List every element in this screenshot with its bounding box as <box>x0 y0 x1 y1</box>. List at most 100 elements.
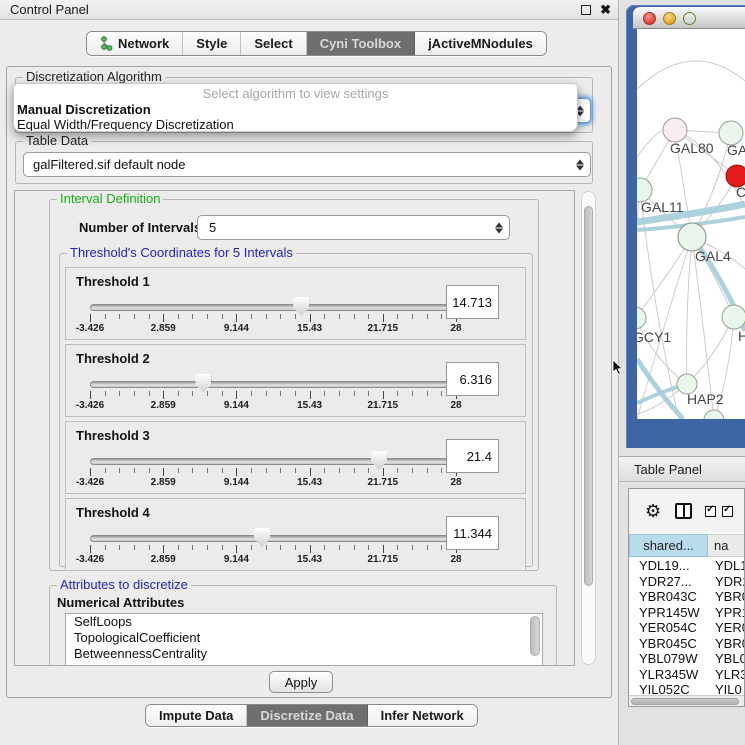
network-node-gal4[interactable] <box>678 223 706 251</box>
tab-select[interactable]: Select <box>241 32 306 55</box>
tick-label: 15.43 <box>297 477 322 488</box>
column-view-icon[interactable] <box>675 503 692 519</box>
network-node-gal80[interactable] <box>663 118 687 142</box>
tab-style[interactable]: Style <box>183 32 241 55</box>
tick-label: -3.426 <box>76 477 104 488</box>
mouse-cursor-icon <box>612 360 624 376</box>
num-intervals-label: Number of Intervals <box>79 220 201 235</box>
checkbox-icon[interactable] <box>722 506 733 517</box>
window-title: Control Panel <box>10 0 89 20</box>
tick-label: -3.426 <box>76 323 104 334</box>
table-panel-title: Table Panel <box>634 457 702 482</box>
bottom-tab-impute-data[interactable]: Impute Data <box>146 705 247 726</box>
list-item[interactable]: BetweennessCentrality <box>66 646 542 662</box>
num-intervals-spinner[interactable]: 5 <box>197 215 510 240</box>
cell-shared-name[interactable]: YDL19... <box>629 558 708 574</box>
scrollbar-thumb[interactable] <box>631 698 739 705</box>
threshold-value-field[interactable]: 6.316 <box>446 362 499 396</box>
list-item[interactable]: SelfLoops <box>66 614 542 630</box>
cell-name[interactable]: YLR3 <box>708 667 745 683</box>
cell-name[interactable]: YPR1 <box>708 605 745 621</box>
spinner-stepper-icon <box>495 222 503 233</box>
table-row[interactable]: YER054CYER0 <box>629 620 745 636</box>
cell-shared-name[interactable]: YLR345W <box>629 667 708 683</box>
tab-label: Discretize Data <box>260 708 353 723</box>
network-node-gcy1[interactable] <box>637 307 646 329</box>
table-row[interactable]: YPR145WYPR1 <box>629 605 745 621</box>
cell-shared-name[interactable]: YBL079W <box>629 651 708 667</box>
slider-track[interactable] <box>90 304 456 311</box>
table-panel-header: Table Panel <box>619 456 745 482</box>
tick-label: 28 <box>450 323 461 334</box>
cell-shared-name[interactable]: YPR145W <box>629 605 708 621</box>
list-item[interactable]: TopologicalCoefficient <box>66 630 542 646</box>
tick-label: 28 <box>450 477 461 488</box>
table-row[interactable]: YDL19...YDL1 <box>629 558 745 574</box>
tab-cyni-toolbox[interactable]: Cyni Toolbox <box>307 32 415 55</box>
slider-track[interactable] <box>90 458 456 465</box>
cell-shared-name[interactable]: YDR27... <box>629 574 708 590</box>
network-canvas[interactable]: GAL80GALCGAL11GAL4GCY1HHAP2 <box>637 29 745 419</box>
table-row[interactable]: YBL079WYBL0 <box>629 651 745 667</box>
cell-name[interactable]: YBL0 <box>708 651 745 667</box>
dropdown-option-manual[interactable]: Manual Discretization <box>14 102 577 117</box>
table-row[interactable]: YBR045CYBR0 <box>629 636 745 652</box>
threshold-value-field[interactable]: 14.713 <box>446 285 499 319</box>
table-horizontal-scrollbar[interactable] <box>629 695 744 707</box>
tab-label: Style <box>196 36 227 51</box>
algorithm-dropdown-popup: Select algorithm to view settings Manual… <box>13 83 578 132</box>
threshold-value-field[interactable]: 21.4 <box>446 439 499 473</box>
tab-jactivemnodules[interactable]: jActiveMNodules <box>415 32 546 55</box>
tick-label: 2.859 <box>151 323 176 334</box>
apply-button[interactable]: Apply <box>269 671 333 693</box>
cell-name[interactable]: YBR0 <box>708 636 745 652</box>
column-header-shared-name[interactable]: shared... <box>629 534 708 557</box>
node-label: GAL80 <box>670 140 714 156</box>
cell-name[interactable]: YDL1 <box>708 558 745 574</box>
list-scrollbar[interactable] <box>530 616 540 656</box>
threshold-label: Threshold 3 <box>76 428 150 443</box>
numerical-attributes-list[interactable]: SelfLoopsTopologicalCoefficientBetweenne… <box>65 613 543 666</box>
tab-label: Network <box>118 36 169 51</box>
tick-label: 15.43 <box>297 400 322 411</box>
gear-icon[interactable]: ⚙ <box>645 502 661 520</box>
table-row[interactable]: YDR27...YDR2 <box>629 574 745 590</box>
close-icon[interactable]: ✖ <box>600 1 611 19</box>
tick-label: 28 <box>450 400 461 411</box>
bottom-tab-discretize-data[interactable]: Discretize Data <box>247 705 367 726</box>
dropdown-option-equal-width[interactable]: Equal Width/Frequency Discretization <box>14 117 577 132</box>
tab-label: Infer Network <box>381 708 464 723</box>
network-icon <box>100 36 113 51</box>
node-label: C <box>736 184 745 200</box>
slider-ticks <box>90 468 456 478</box>
slider-track[interactable] <box>90 535 456 542</box>
network-node-unlabeled[interactable] <box>704 410 724 419</box>
slider-track[interactable] <box>90 381 456 388</box>
checkbox-icon[interactable] <box>705 506 716 517</box>
table-row[interactable]: YLR345WYLR3 <box>629 667 745 683</box>
cell-shared-name[interactable]: YBR045C <box>629 636 708 652</box>
float-window-icon[interactable] <box>581 5 591 15</box>
dropdown-hint: Select algorithm to view settings <box>14 85 577 102</box>
minimize-traffic-light-icon[interactable] <box>663 12 676 25</box>
table-data-combobox[interactable]: galFiltered.sif default node <box>23 152 591 177</box>
close-traffic-light-icon[interactable] <box>643 12 656 25</box>
settings-vertical-scrollbar[interactable] <box>581 191 596 665</box>
cell-name[interactable]: YBR0 <box>708 589 745 605</box>
zoom-traffic-light-icon[interactable] <box>683 12 696 25</box>
scrollbar-thumb[interactable] <box>584 206 593 586</box>
column-header-name[interactable]: na <box>708 534 745 557</box>
threshold-value-field[interactable]: 11.344 <box>446 516 499 550</box>
tab-network[interactable]: Network <box>87 32 183 55</box>
table-row[interactable]: YBR043CYBR0 <box>629 589 745 605</box>
slider-ticks <box>90 314 456 324</box>
tick-label: -3.426 <box>76 400 104 411</box>
cell-name[interactable]: YER0 <box>708 620 745 636</box>
cell-name[interactable]: YDR2 <box>708 574 745 590</box>
cell-shared-name[interactable]: YER054C <box>629 620 708 636</box>
bottom-tab-infer-network[interactable]: Infer Network <box>368 705 477 726</box>
node-label: GAL4 <box>695 248 731 264</box>
network-graph: GAL80GALCGAL11GAL4GCY1HHAP2 <box>637 29 745 419</box>
cell-shared-name[interactable]: YBR043C <box>629 589 708 605</box>
network-node-h[interactable] <box>722 305 745 329</box>
